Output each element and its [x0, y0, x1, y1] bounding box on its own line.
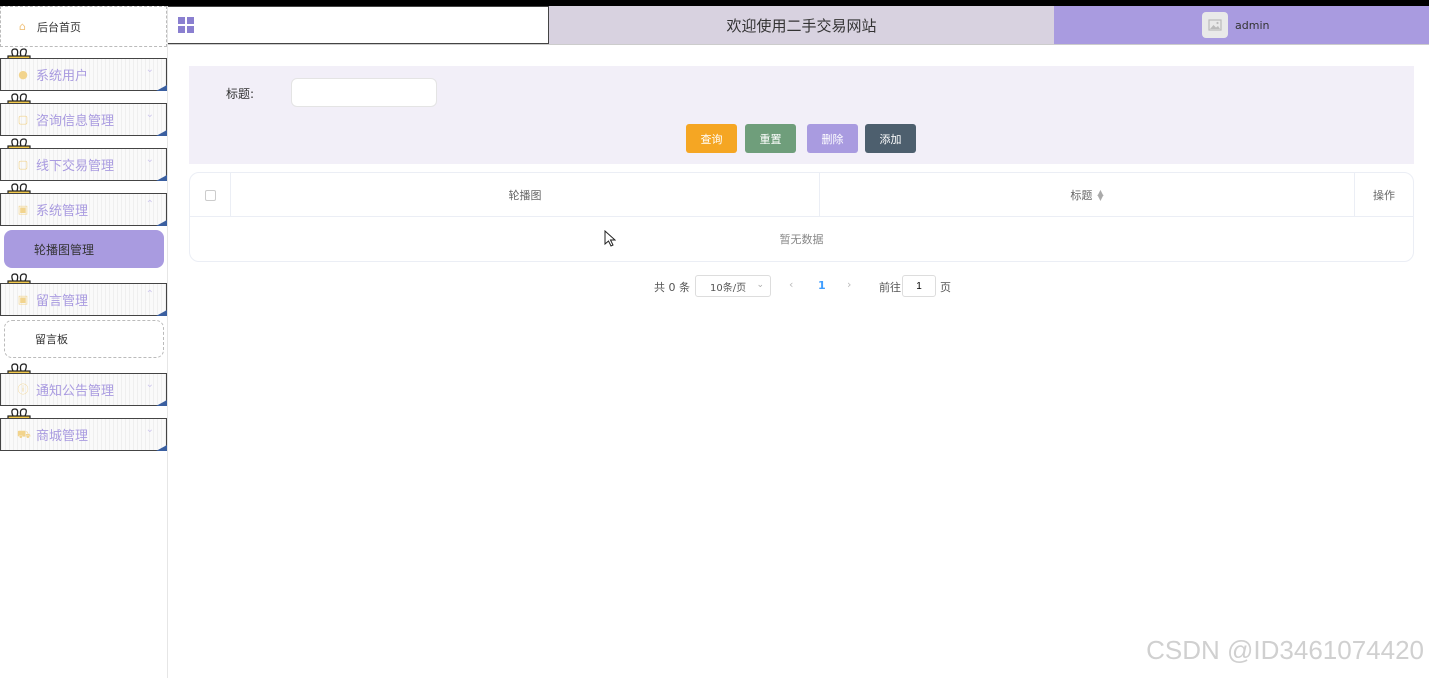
sort-icon[interactable]: ▲ ▼	[1097, 189, 1103, 202]
pagination: 共 0 条 10条/页 ⌄ ‹ 1 › 前往 页	[0, 275, 1429, 297]
chevron-down-icon: ⌄	[145, 154, 154, 165]
sidebar-item-label: 商城管理	[36, 429, 89, 444]
next-page-button[interactable]: ›	[847, 278, 851, 291]
page-fold-decoration	[156, 175, 167, 181]
sidebar-item-label: 系统管理	[36, 204, 89, 219]
page-fold-decoration	[156, 220, 167, 226]
chevron-down-icon: ⌄	[145, 424, 154, 435]
sidebar-item-label: 咨询信息管理	[36, 114, 115, 129]
image-placeholder-icon	[1208, 19, 1222, 31]
chevron-down-icon: ⌄	[145, 109, 154, 120]
sidebar-item-home[interactable]: ⌂ 后台首页	[0, 6, 167, 47]
sidebar-subitem-carousel[interactable]: 轮播图管理	[4, 230, 164, 268]
sidebar-item-consult[interactable]: ▢ 咨询信息管理 ⌄	[0, 103, 167, 136]
title-filter-label: 标题:	[226, 87, 255, 101]
sidebar-subitem-label: 轮播图管理	[34, 242, 95, 257]
site-title: 欢迎使用二手交易网站	[549, 6, 1054, 44]
select-all-checkbox[interactable]	[204, 189, 216, 201]
sidebar-item-mall[interactable]: ⛟ 商城管理 ⌄	[0, 418, 167, 451]
page-fold-decoration	[156, 445, 167, 451]
chevron-up-icon: ⌃	[145, 199, 154, 210]
user-icon: ●	[18, 67, 28, 81]
page-fold-decoration	[156, 130, 167, 136]
user-area[interactable]: admin	[1054, 6, 1429, 44]
table-header: 轮播图 标题 ▲ ▼ 操作	[190, 173, 1413, 217]
mouse-cursor-icon	[604, 230, 616, 247]
chevron-down-icon: ⌄	[756, 280, 764, 290]
page-size-value: 10条/页	[710, 282, 747, 294]
title-search-input[interactable]	[291, 78, 437, 107]
sidebar-item-label: 后台首页	[37, 20, 81, 34]
sidebar-item-label: 线下交易管理	[36, 159, 115, 174]
chevron-down-icon: ⌄	[145, 379, 154, 390]
column-header-carousel: 轮播图	[231, 173, 820, 217]
header-toolbar	[168, 6, 549, 44]
add-button[interactable]: 添加	[865, 124, 916, 153]
search-panel: 标题: 查询 重置 删除 添加	[189, 66, 1414, 164]
query-button[interactable]: 查询	[686, 124, 737, 153]
chevron-down-icon: ⌄	[145, 64, 154, 75]
picture-icon: ▣	[17, 202, 29, 216]
menu-grid-icon[interactable]	[178, 17, 194, 33]
document-icon: ▢	[17, 112, 29, 126]
page-fold-decoration	[156, 310, 167, 316]
sidebar-item-offline-trade[interactable]: ▢ 线下交易管理 ⌄	[0, 148, 167, 181]
data-table: 轮播图 标题 ▲ ▼ 操作 暂无数据	[189, 172, 1414, 262]
delete-button[interactable]: 删除	[807, 124, 858, 153]
goto-label: 前往	[879, 281, 901, 294]
reset-button[interactable]: 重置	[745, 124, 796, 153]
empty-state-text: 暂无数据	[779, 233, 824, 246]
home-icon: ⌂	[19, 19, 26, 33]
sidebar-item-users[interactable]: ● 系统用户 ⌄	[0, 58, 167, 91]
column-header-label: 标题	[1070, 189, 1093, 202]
sidebar-item-system[interactable]: ▣ 系统管理 ⌃	[0, 193, 167, 226]
sidebar-item-label: 通知公告管理	[36, 384, 115, 399]
page-size-select[interactable]: 10条/页 ⌄	[695, 275, 771, 297]
page-fold-decoration	[156, 85, 167, 91]
cart-icon: ⛟	[17, 427, 31, 441]
goto-page-input[interactable]	[902, 275, 936, 297]
sidebar: ⌂ 后台首页 ● 系统用户 ⌄ ▢ 咨询信息管理 ⌄ ▢ 线下交易管理 ⌄ ▣ …	[0, 6, 168, 678]
sidebar-subitem-message-board[interactable]: 留言板	[4, 320, 164, 358]
column-header-actions: 操作	[1373, 189, 1395, 202]
sidebar-item-label: 系统用户	[36, 69, 89, 84]
avatar[interactable]	[1202, 12, 1228, 38]
page-number-current[interactable]: 1	[818, 279, 826, 292]
select-all-cell	[190, 173, 231, 217]
watermark: CSDN @ID3461074420	[1146, 635, 1424, 665]
sidebar-item-notices[interactable]: ⓘ 通知公告管理 ⌄	[0, 373, 167, 406]
column-header-title[interactable]: 标题 ▲ ▼	[820, 173, 1355, 217]
page-suffix-label: 页	[940, 281, 951, 294]
top-header: 欢迎使用二手交易网站 admin	[168, 6, 1429, 45]
info-icon: ⓘ	[17, 382, 29, 396]
username: admin	[1235, 19, 1270, 32]
prev-page-button[interactable]: ‹	[789, 278, 793, 291]
total-count: 共 0 条	[654, 281, 690, 294]
page-fold-decoration	[156, 400, 167, 406]
sidebar-subitem-label: 留言板	[35, 333, 68, 346]
document-icon: ▢	[17, 157, 29, 171]
